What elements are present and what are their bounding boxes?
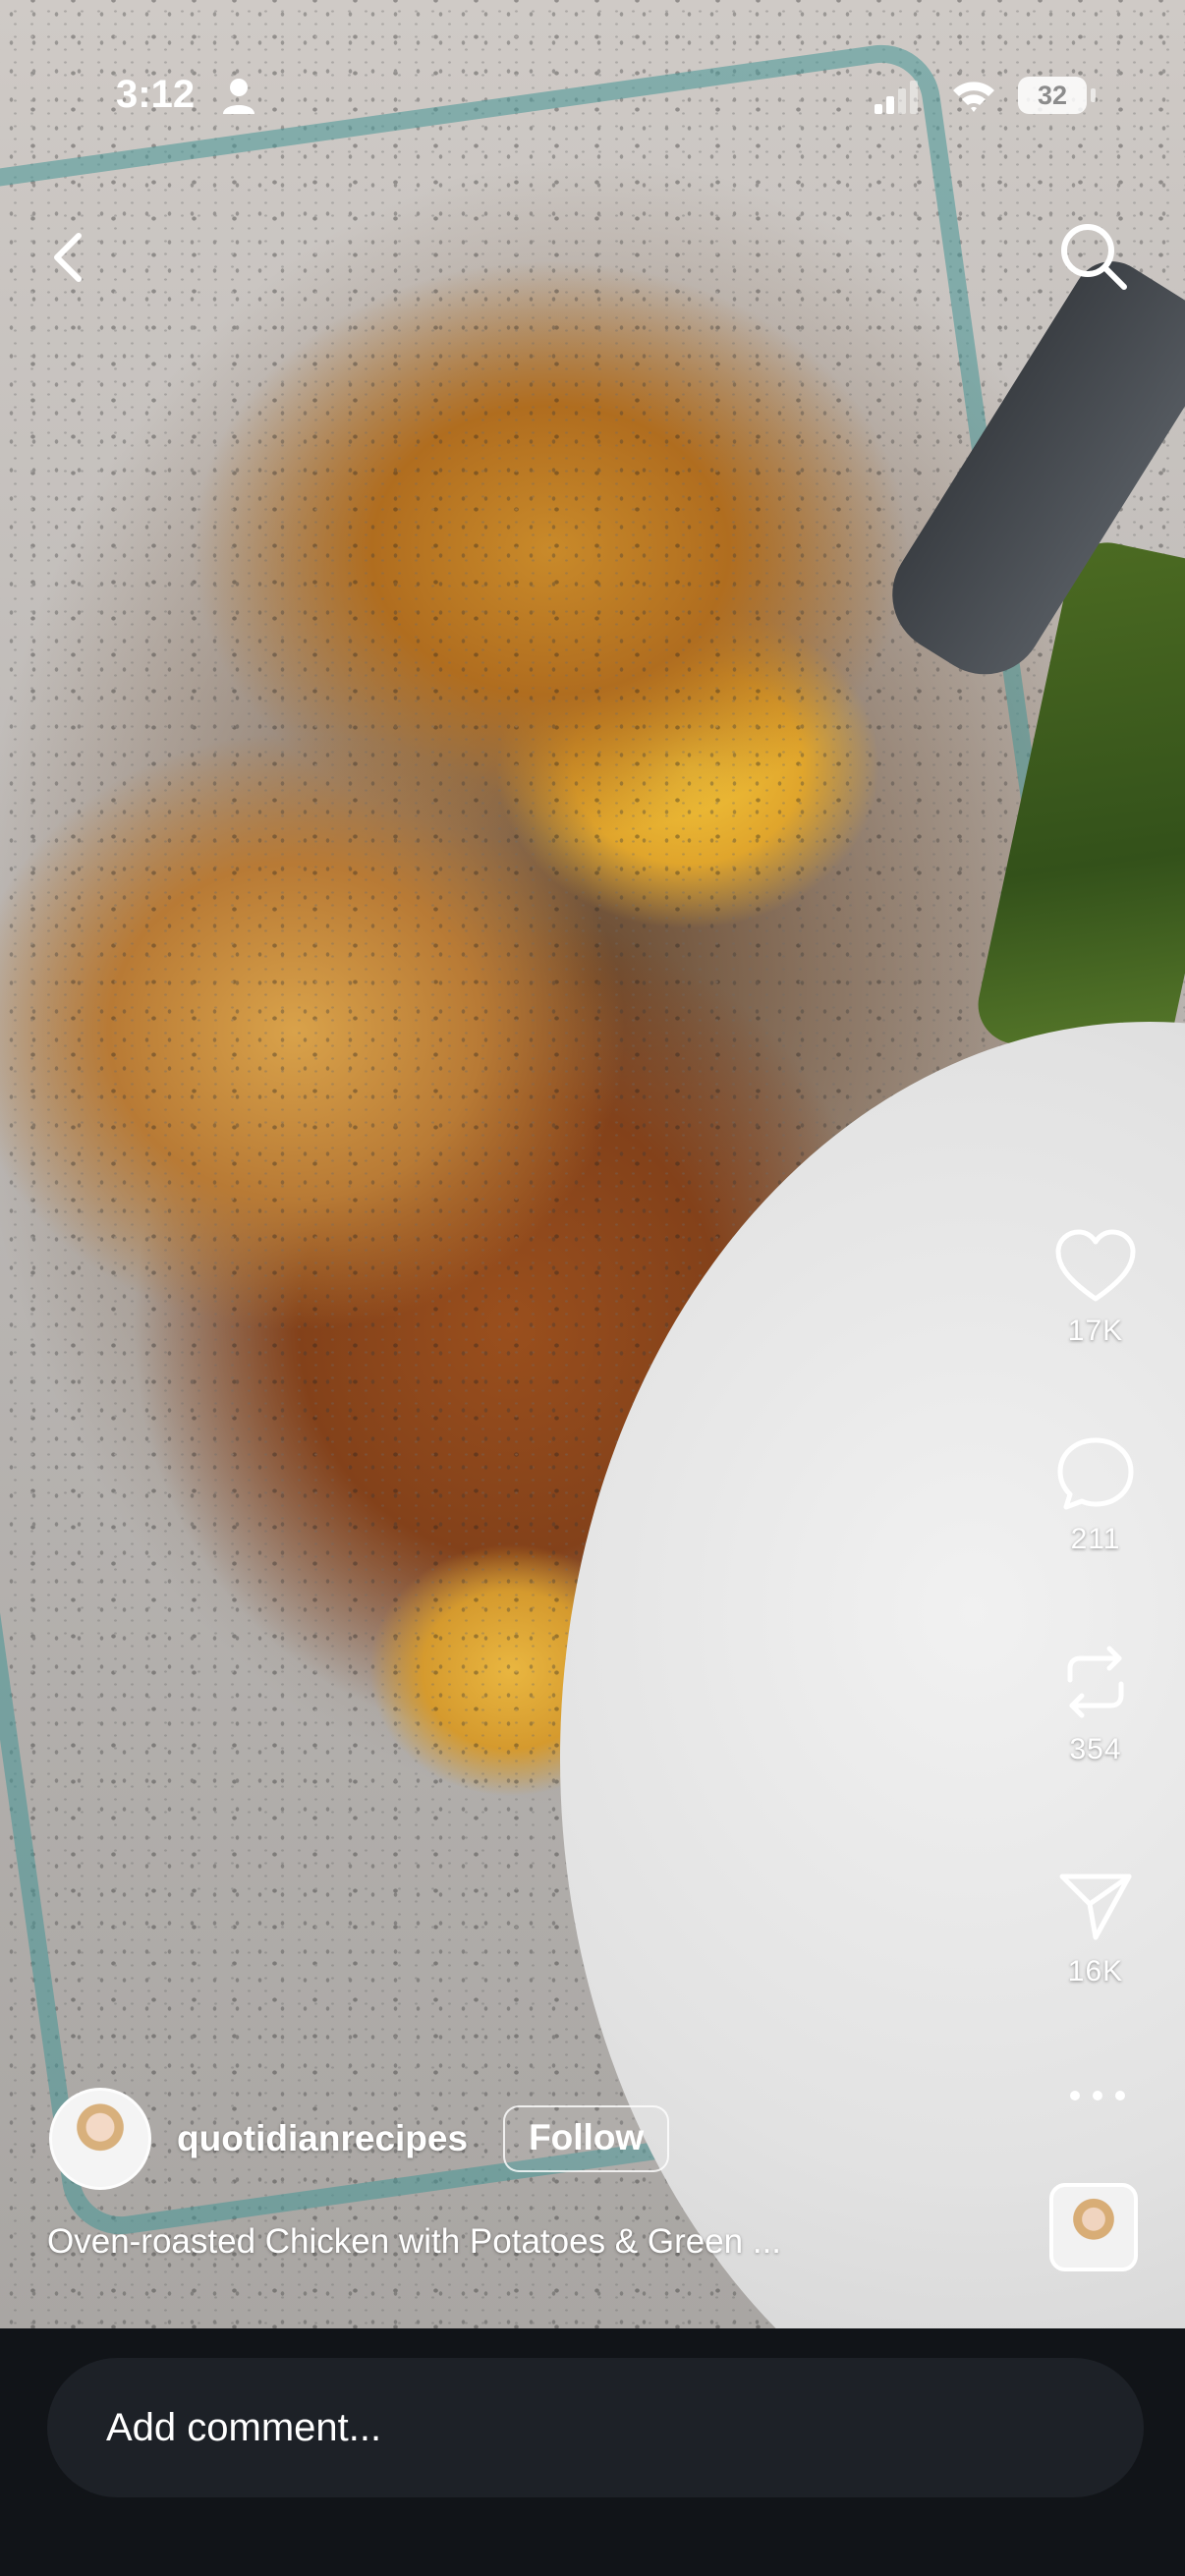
status-time: 3:12	[116, 73, 196, 116]
comment-bubble-icon	[1057, 1437, 1134, 1510]
share-count: 16K	[1067, 1955, 1124, 1988]
author-username[interactable]: quotidianrecipes	[177, 2118, 468, 2159]
cellular-signal-icon	[875, 81, 918, 114]
repost-count: 354	[1069, 1733, 1122, 1765]
share-button[interactable]: 16K	[1042, 1867, 1150, 1988]
follow-button[interactable]: Follow	[503, 2105, 670, 2172]
repost-button[interactable]: 354	[1042, 1641, 1150, 1766]
repost-icon	[1067, 1646, 1124, 1718]
comment-bar: Add comment...	[0, 2328, 1185, 2576]
post-author: quotidianrecipes Follow	[49, 2085, 670, 2193]
comment-count: 211	[1070, 1523, 1121, 1555]
audio-thumbnail[interactable]	[1049, 2183, 1138, 2271]
battery-tip	[1091, 88, 1096, 102]
reel-video[interactable]	[0, 0, 1185, 2328]
send-icon	[1059, 1874, 1132, 1940]
person-icon	[223, 79, 254, 114]
heart-icon	[1055, 1229, 1136, 1302]
add-comment-placeholder: Add comment...	[106, 2405, 382, 2449]
chevron-left-icon[interactable]	[43, 222, 92, 293]
add-comment-input[interactable]: Add comment...	[47, 2358, 1144, 2497]
like-button[interactable]: 17K	[1042, 1228, 1150, 1348]
like-count: 17K	[1067, 1315, 1124, 1347]
author-avatar[interactable]	[49, 2088, 151, 2190]
battery-indicator: 32	[1018, 77, 1087, 114]
more-options-icon[interactable]	[1063, 2083, 1132, 2108]
status-bar: 3:12 32	[0, 0, 1185, 196]
wifi-icon	[953, 82, 994, 112]
comment-button[interactable]: 211	[1042, 1434, 1150, 1556]
search-icon[interactable]	[1055, 218, 1132, 295]
post-caption[interactable]: Oven-roasted Chicken with Potatoes & Gre…	[47, 2222, 781, 2262]
